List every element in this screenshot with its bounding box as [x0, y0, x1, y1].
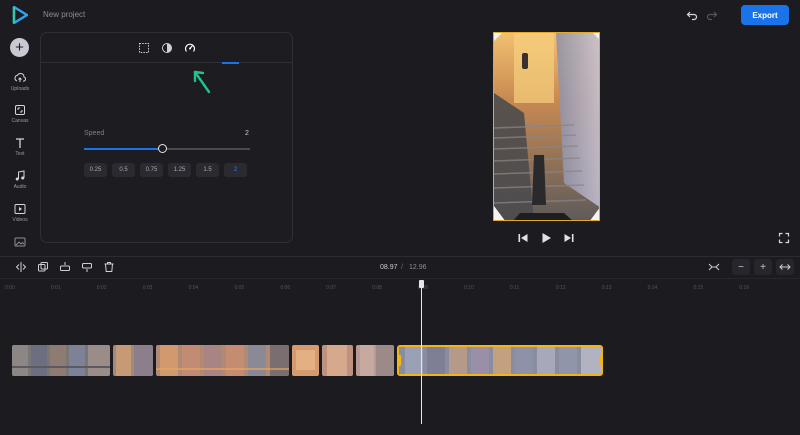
ruler-tick-label: 0:04 [188, 285, 199, 291]
ruler-tick-label: 0:05 [234, 285, 245, 291]
zoom-in-button[interactable]: + [754, 259, 772, 275]
speed-settings-panel: Speed 2 0.25 0.5 0.75 1.25 1.5 2 [40, 32, 293, 243]
clip-thumbnails [292, 345, 319, 376]
video-editor: New project Export + Uploads Canvas Text… [0, 0, 800, 435]
fit-timeline-icon[interactable] [708, 261, 720, 273]
top-bar: New project Export [0, 0, 800, 30]
trim-start-icon[interactable] [59, 261, 71, 273]
playhead[interactable] [421, 285, 422, 424]
timeline-clip[interactable] [12, 345, 110, 376]
speed-preset-button[interactable]: 2 [224, 163, 247, 177]
timeline-clip[interactable] [113, 345, 153, 376]
ruler-tick-label: 0:10 [464, 285, 474, 291]
ruler-tick-label: 0:07 [326, 285, 337, 291]
ruler-tick-label: 0:15 [693, 285, 704, 291]
speed-slider[interactable] [84, 144, 250, 153]
timeline-toolbar: 08.97 / 12.96 − + [0, 256, 800, 277]
current-time: 08.97 [380, 264, 398, 271]
contrast-icon[interactable] [161, 42, 173, 54]
undo-icon[interactable] [686, 9, 698, 21]
trim-end-icon[interactable] [81, 261, 93, 273]
duplicate-icon[interactable] [37, 261, 49, 273]
clip-thumbnails [356, 345, 394, 376]
project-name[interactable]: New project [43, 10, 85, 19]
ruler-tick-label: 0:02 [96, 285, 107, 291]
clip-thumbnails [113, 345, 153, 376]
videos-icon [14, 204, 26, 214]
expand-timeline-button[interactable] [776, 259, 794, 275]
redo-icon[interactable] [706, 9, 718, 21]
sidebar-item-label: Uploads [10, 86, 30, 92]
timeline-clip[interactable] [156, 345, 289, 376]
video-frame [494, 33, 599, 220]
ruler-tick-label: 0:11 [509, 285, 520, 291]
text-icon [16, 138, 24, 148]
ruler-tick-label: 0:01 [50, 285, 61, 291]
speed-preset-button[interactable]: 1.25 [168, 163, 191, 177]
sidebar-item-audio[interactable]: Audio [0, 170, 40, 200]
timeline-clip-selected[interactable] [397, 345, 603, 376]
sidebar-item-text[interactable]: Text [0, 137, 40, 167]
speed-slider-fill [84, 148, 163, 150]
skip-forward-icon[interactable] [563, 232, 575, 244]
speed-label: Speed [84, 130, 105, 137]
sidebar-item-videos[interactable]: Videos [0, 203, 40, 233]
sidebar-item-label: Text [15, 151, 25, 157]
sidebar-item-label: Canvas [11, 118, 29, 124]
annotation-arrow-icon [193, 70, 211, 94]
play-icon[interactable] [540, 232, 552, 244]
upload-icon [14, 73, 26, 82]
export-button[interactable]: Export [741, 5, 789, 25]
crop-icon[interactable] [138, 42, 150, 54]
split-icon[interactable] [15, 261, 27, 273]
images-icon [14, 237, 26, 247]
clip-thumbnails [12, 345, 110, 376]
ruler-tick-label: 0:06 [280, 285, 291, 291]
audio-icon [15, 170, 25, 181]
zoom-out-button[interactable]: − [732, 259, 750, 275]
expand-icon [779, 264, 791, 270]
ruler-tick-label: 0:16 [739, 285, 750, 291]
total-time: 12.96 [409, 264, 427, 271]
canvas-icon [15, 105, 25, 115]
sidebar-item-label: Audio [13, 184, 27, 190]
timeline-clip[interactable] [322, 345, 353, 376]
app-logo-icon[interactable] [12, 6, 28, 24]
ruler-tick-label: 0:08 [372, 285, 382, 291]
speed-slider-thumb[interactable] [158, 144, 168, 153]
timeline-clip[interactable] [356, 345, 394, 376]
sidebar-item-label: Videos [12, 217, 28, 223]
skip-back-icon[interactable] [517, 232, 529, 244]
timeline-ruler[interactable]: 0:00 0:01 0:02 0:03 0:04 0:05 0:06 0:07 0:08 0:09… [0, 278, 800, 294]
trim-handle-left[interactable] [399, 355, 401, 366]
trim-handle-right[interactable] [599, 355, 601, 366]
sidebar-item-uploads[interactable]: Uploads [0, 72, 40, 102]
video-preview[interactable] [493, 32, 600, 221]
active-tab-indicator [222, 62, 239, 64]
speed-preset-button[interactable]: 1.5 [196, 163, 219, 177]
sidebar-item-canvas[interactable]: Canvas [0, 104, 40, 134]
speed-presets: 0.25 0.5 0.75 1.25 1.5 2 [84, 163, 247, 177]
ruler-tick-label: 0:14 [647, 285, 658, 291]
add-media-button[interactable]: + [10, 38, 29, 57]
ruler-tick-label: 0:03 [142, 285, 153, 291]
timeline-clip[interactable] [292, 345, 319, 376]
ruler-tick-label: 0:00 [5, 285, 15, 291]
speedometer-icon[interactable] [184, 42, 196, 54]
ruler-tick-label: 0:12 [555, 285, 566, 291]
time-separator: / [401, 264, 403, 271]
ruler-tick-label: 0:13 [601, 285, 612, 291]
speed-preset-button[interactable]: 0.5 [112, 163, 135, 177]
speed-preset-button[interactable]: 0.75 [140, 163, 163, 177]
panel-tabs [41, 33, 292, 64]
speed-preset-button[interactable]: 0.25 [84, 163, 107, 177]
speed-value: 2 [245, 130, 249, 137]
fullscreen-icon[interactable] [778, 232, 790, 244]
delete-icon[interactable] [103, 261, 115, 273]
clip-thumbnails [399, 347, 601, 374]
clip-thumbnails [156, 345, 289, 376]
clip-thumbnails [322, 345, 353, 376]
